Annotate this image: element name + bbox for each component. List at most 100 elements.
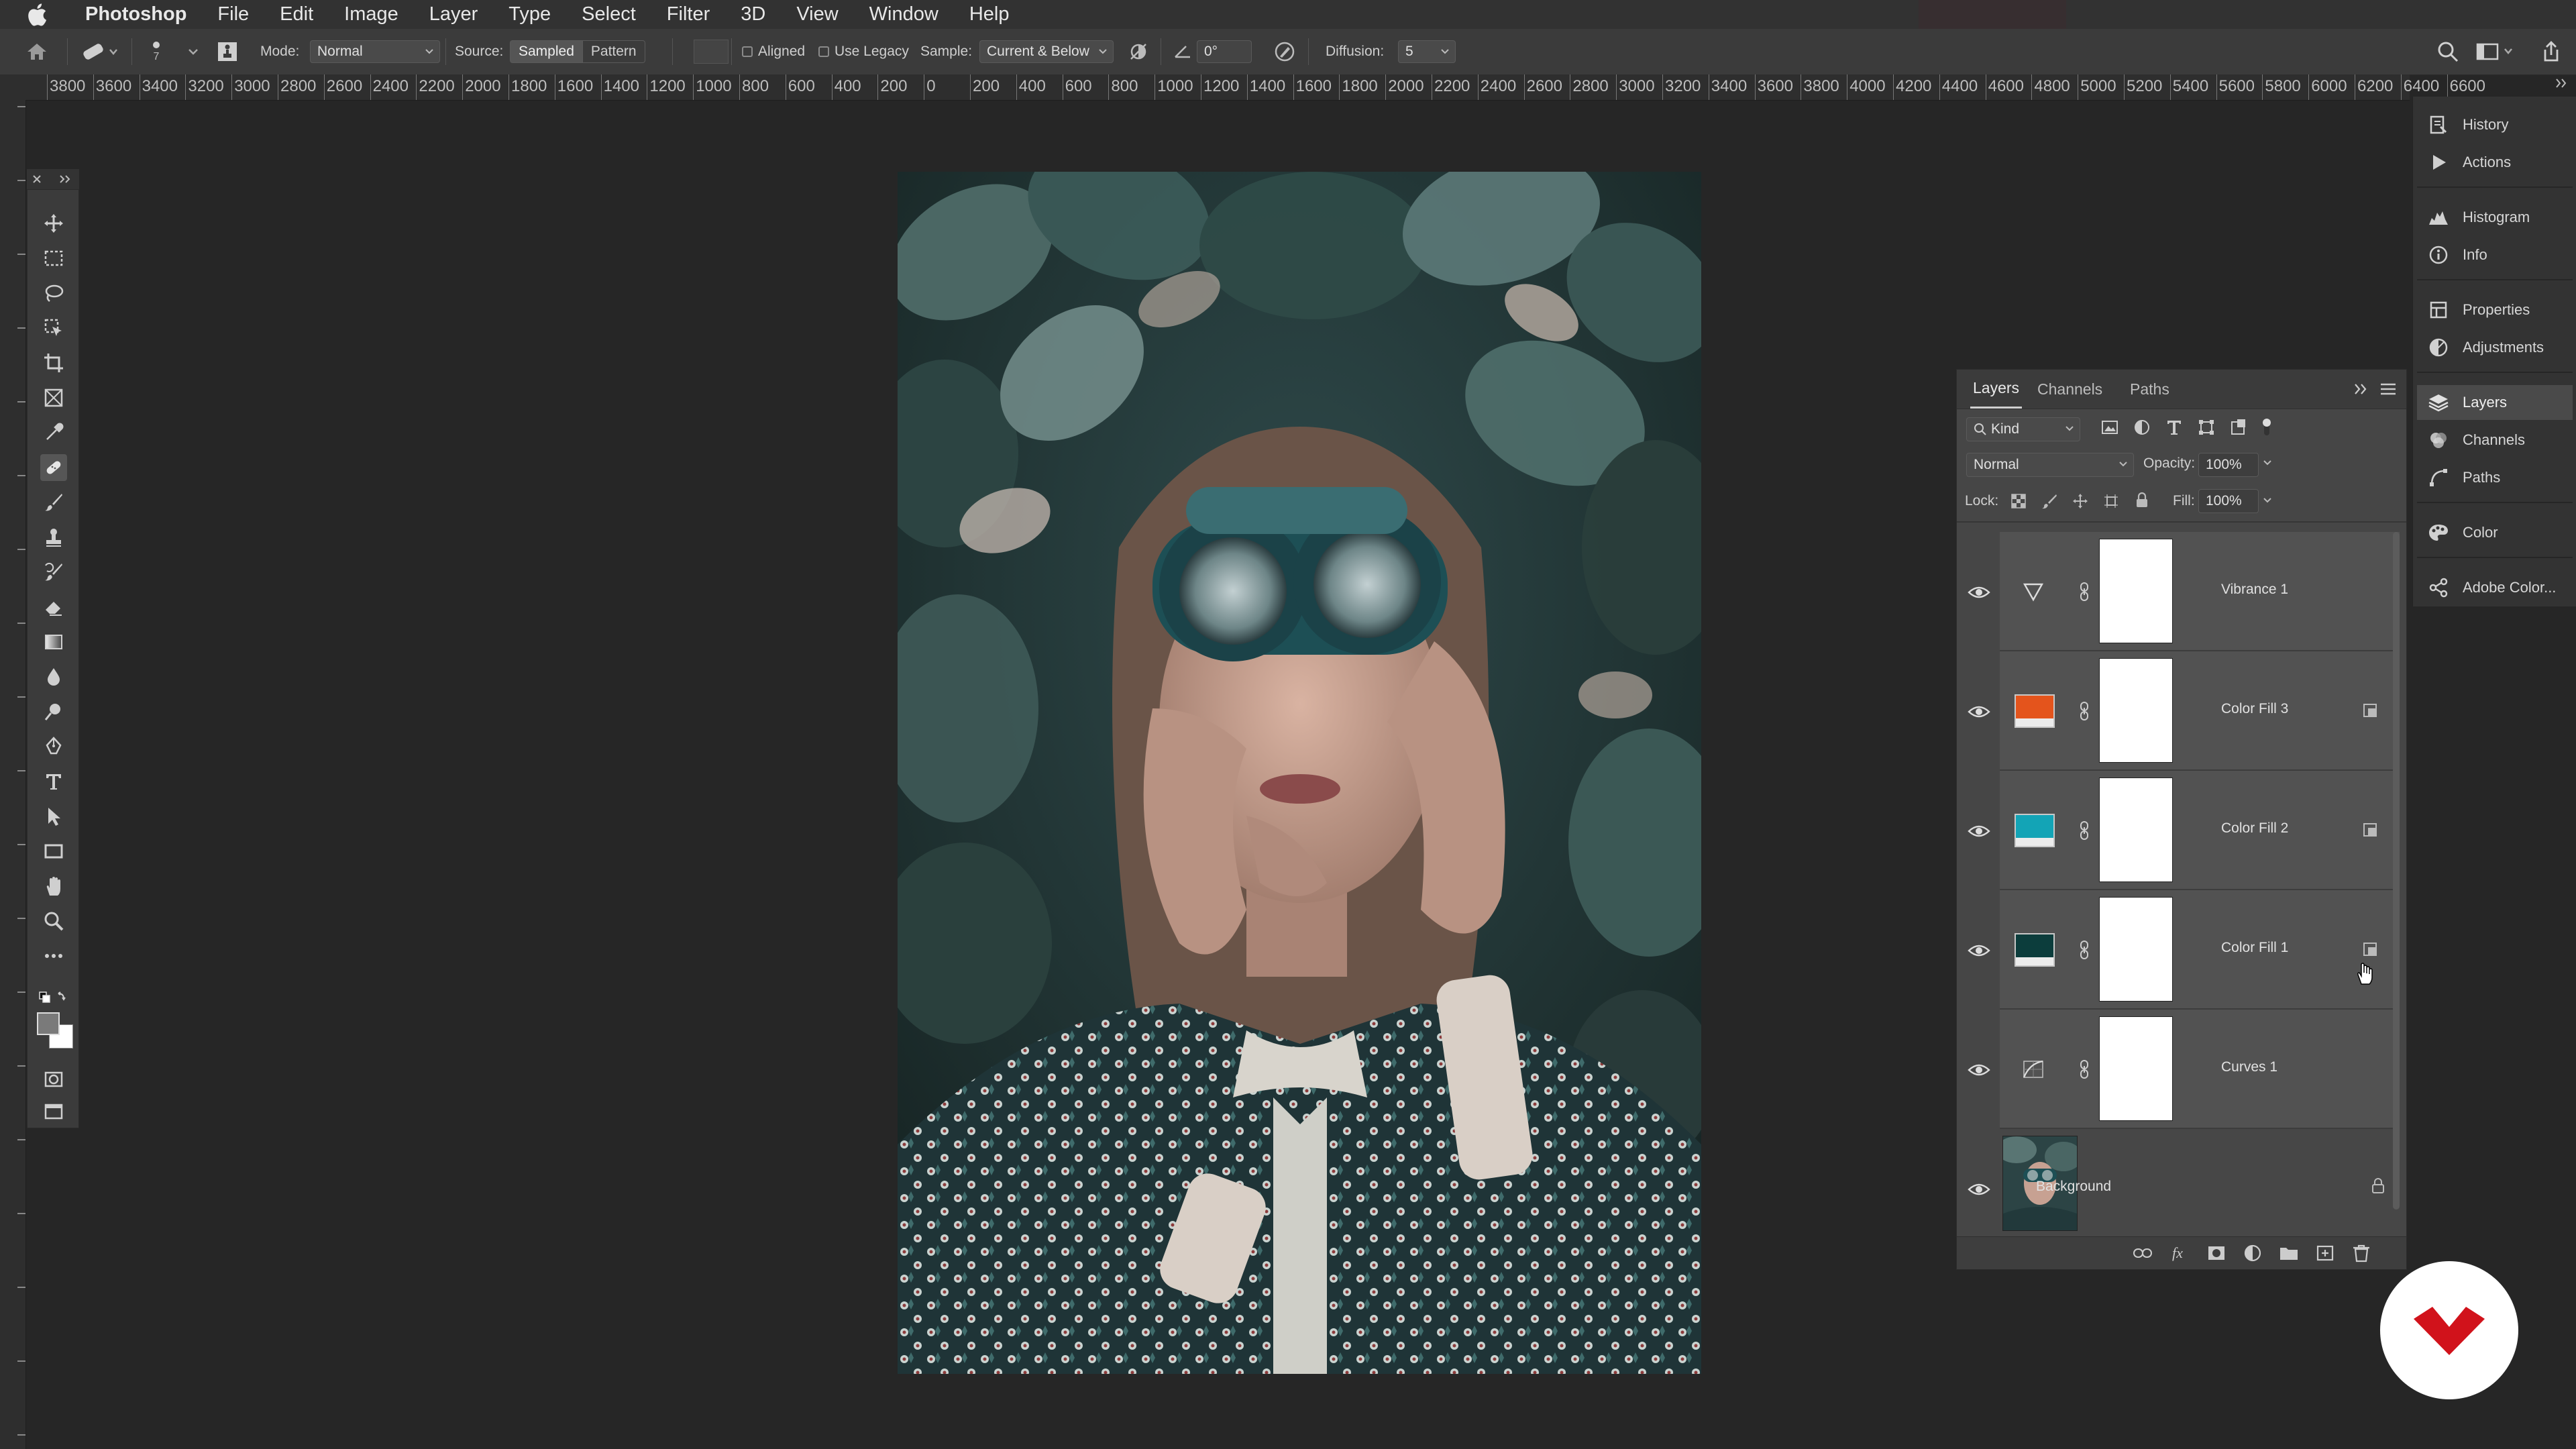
visibility-eye-icon[interactable]	[1968, 823, 1990, 839]
source-sampled-button[interactable]: Sampled	[510, 40, 583, 63]
menu-type[interactable]: Type	[493, 3, 566, 25]
menu-edit[interactable]: Edit	[264, 3, 329, 25]
layer-name[interactable]: Color Fill 3	[2221, 701, 2288, 717]
blur-tool[interactable]	[40, 663, 67, 690]
dock-channels[interactable]: Channels	[2417, 423, 2573, 458]
history-brush-tool[interactable]	[40, 559, 67, 586]
fill-input[interactable]: 100%	[2198, 489, 2259, 513]
layer-row[interactable]: Curves 1	[2000, 1010, 2400, 1129]
layer-row[interactable]: Color Fill 2	[2000, 771, 2400, 890]
ignore-adjustment-layers-button[interactable]	[1128, 29, 1148, 74]
menu-view[interactable]: View	[781, 3, 853, 25]
search-button[interactable]	[2436, 29, 2459, 74]
link-icon[interactable]	[2078, 582, 2091, 602]
screen-mode-button[interactable]	[40, 1098, 67, 1125]
zoom-tool[interactable]	[40, 908, 67, 934]
dock-history[interactable]: History	[2417, 107, 2573, 142]
filter-shape-button[interactable]	[2197, 418, 2216, 437]
type-tool[interactable]	[40, 768, 67, 795]
lock-pixels-button[interactable]	[2041, 493, 2057, 509]
object-selection-tool[interactable]	[40, 315, 67, 341]
pressure-size-button[interactable]	[1273, 29, 1296, 74]
panel-menu-button[interactable]	[2379, 382, 2397, 396]
default-colors-button[interactable]	[38, 989, 69, 1006]
gradient-tool[interactable]	[40, 629, 67, 655]
dock-actions[interactable]: Actions	[2417, 145, 2573, 180]
visibility-eye-icon[interactable]	[1968, 704, 1990, 720]
workspace-switcher[interactable]	[2475, 29, 2516, 74]
layer-name[interactable]: Color Fill 2	[2221, 820, 2288, 837]
link-icon[interactable]	[2078, 1059, 2091, 1079]
blend-mode-select[interactable]: Normal	[1966, 453, 2134, 477]
move-tool[interactable]	[40, 210, 67, 237]
clone-stamp-tool[interactable]	[40, 524, 67, 551]
color-swatches[interactable]	[34, 1010, 74, 1050]
tools-panel-header[interactable]	[27, 169, 79, 190]
link-layers-icon[interactable]	[2133, 1245, 2153, 1261]
eyedropper-tool[interactable]	[40, 419, 67, 446]
layer-name[interactable]: Color Fill 1	[2221, 940, 2288, 956]
dock-color[interactable]: Color	[2417, 515, 2573, 550]
sample-select[interactable]: Current & Below	[979, 40, 1114, 63]
aligned-checkbox-box[interactable]	[742, 46, 753, 57]
home-button[interactable]	[25, 29, 48, 74]
dock-layers[interactable]: Layers	[2417, 385, 2573, 420]
quick-mask-button[interactable]	[40, 1066, 67, 1093]
layer-row[interactable]: Vibrance 1	[2000, 532, 2400, 651]
tab-paths[interactable]: Paths	[2130, 370, 2169, 409]
fill-color-swatch[interactable]	[2015, 933, 2055, 967]
clone-source-panel-button[interactable]	[216, 29, 239, 74]
vertical-ruler[interactable]	[0, 100, 26, 1449]
filter-kind-select[interactable]: Kind	[1966, 417, 2080, 441]
document-canvas[interactable]	[898, 172, 1701, 1374]
visibility-eye-icon[interactable]	[1968, 1181, 1990, 1197]
layers-scrollbar[interactable]	[2393, 532, 2400, 1210]
pattern-picker[interactable]	[694, 29, 729, 74]
visibility-eye-icon[interactable]	[1968, 943, 1990, 959]
brush-size-picker[interactable]: 7	[152, 29, 161, 74]
edit-toolbar-button[interactable]	[40, 943, 67, 969]
foreground-color-swatch[interactable]	[37, 1012, 60, 1035]
dock-adobe-color[interactable]: Adobe Color...	[2417, 570, 2573, 605]
lock-transparent-button[interactable]	[2010, 493, 2027, 509]
menu-filter[interactable]: Filter	[651, 3, 725, 25]
menu-file[interactable]: File	[202, 3, 264, 25]
menu-layer[interactable]: Layer	[414, 3, 494, 25]
layer-mask-thumbnail[interactable]	[2099, 539, 2173, 643]
layer-mask-thumbnail[interactable]	[2099, 777, 2173, 882]
angle-field[interactable]: 0°	[1173, 29, 1252, 74]
dodge-tool[interactable]	[40, 698, 67, 725]
panel-collapse-button[interactable]	[2353, 382, 2370, 396]
menu-image[interactable]: Image	[329, 3, 414, 25]
pen-tool[interactable]	[40, 733, 67, 760]
share-button[interactable]	[2540, 29, 2563, 74]
dock-collapse-button[interactable]	[2554, 76, 2570, 90]
menu-select[interactable]: Select	[566, 3, 651, 25]
use-legacy-checkbox[interactable]: Use Legacy	[818, 29, 909, 74]
lock-artboard-button[interactable]	[2103, 493, 2119, 509]
menu-window[interactable]: Window	[854, 3, 954, 25]
filter-type-button[interactable]	[2165, 418, 2184, 437]
ruler-origin[interactable]	[0, 74, 25, 100]
fx-icon[interactable]: fx	[2170, 1244, 2190, 1263]
layer-row[interactable]: Color Fill 1	[2000, 890, 2400, 1010]
visibility-eye-icon[interactable]	[1968, 1062, 1990, 1078]
path-selection-tool[interactable]	[40, 803, 67, 830]
dock-paths[interactable]: Paths	[2417, 460, 2573, 495]
opacity-dropdown[interactable]	[2263, 458, 2272, 468]
aligned-checkbox[interactable]: Aligned	[742, 29, 805, 74]
use-legacy-checkbox-box[interactable]	[818, 46, 829, 57]
layer-mask-thumbnail[interactable]	[2099, 1016, 2173, 1121]
eraser-tool[interactable]	[40, 594, 67, 621]
apple-icon[interactable]	[27, 3, 56, 26]
link-icon[interactable]	[2078, 701, 2091, 721]
lock-icon[interactable]	[2371, 1177, 2385, 1195]
rectangle-tool[interactable]	[40, 838, 67, 865]
menu-3d[interactable]: 3D	[725, 3, 781, 25]
hand-tool[interactable]	[40, 873, 67, 900]
trash-icon[interactable]	[2351, 1244, 2371, 1263]
link-icon[interactable]	[2078, 940, 2091, 960]
frame-tool[interactable]	[40, 384, 67, 411]
dock-properties[interactable]: Properties	[2417, 292, 2573, 327]
fill-dropdown[interactable]	[2263, 496, 2272, 505]
